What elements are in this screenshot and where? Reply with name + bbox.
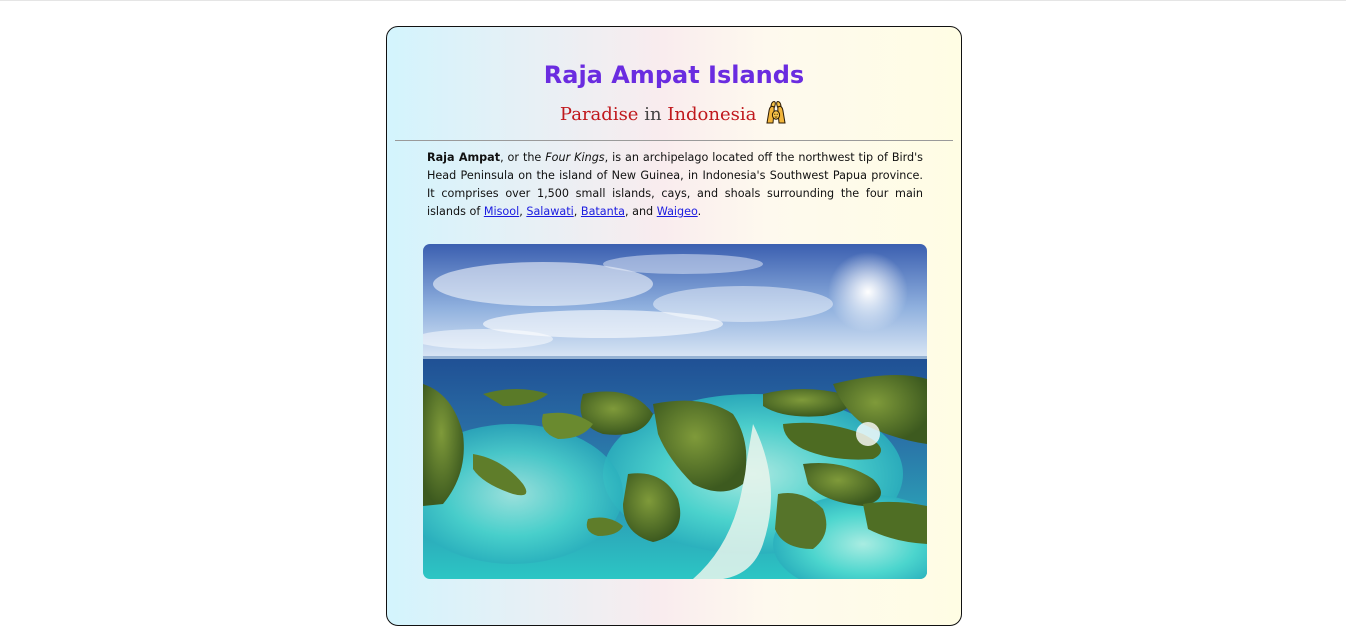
page-subtitle: Paradise in Indonesia (387, 100, 961, 128)
raja-ampat-photo (423, 244, 927, 579)
separator: , (573, 205, 581, 218)
link-waigeo[interactable]: Waigeo (657, 205, 698, 218)
four-kings-italic: Four Kings (545, 151, 605, 164)
link-misool[interactable]: Misool (484, 205, 519, 218)
page-title: Raja Ampat Islands (543, 61, 805, 89)
period: . (697, 205, 702, 218)
link-batanta[interactable]: Batanta (581, 205, 625, 218)
description-paragraph: Raja Ampat, or the Four Kings, is an arc… (427, 149, 923, 221)
subtitle-word-paradise: Paradise (559, 104, 639, 125)
subtitle-word-in: in (644, 104, 662, 125)
content-card: Raja Ampat Islands Paradise in Indonesia… (386, 26, 962, 626)
description-text: , or the (500, 151, 546, 164)
section-divider (395, 140, 953, 141)
raising-hands-icon (764, 100, 788, 124)
raja-ampat-bold: Raja Ampat (427, 151, 501, 164)
link-salawati[interactable]: Salawati (526, 205, 573, 218)
subtitle-word-indonesia: Indonesia (667, 104, 757, 125)
top-border (0, 0, 1346, 1)
separator: , and (625, 205, 657, 218)
